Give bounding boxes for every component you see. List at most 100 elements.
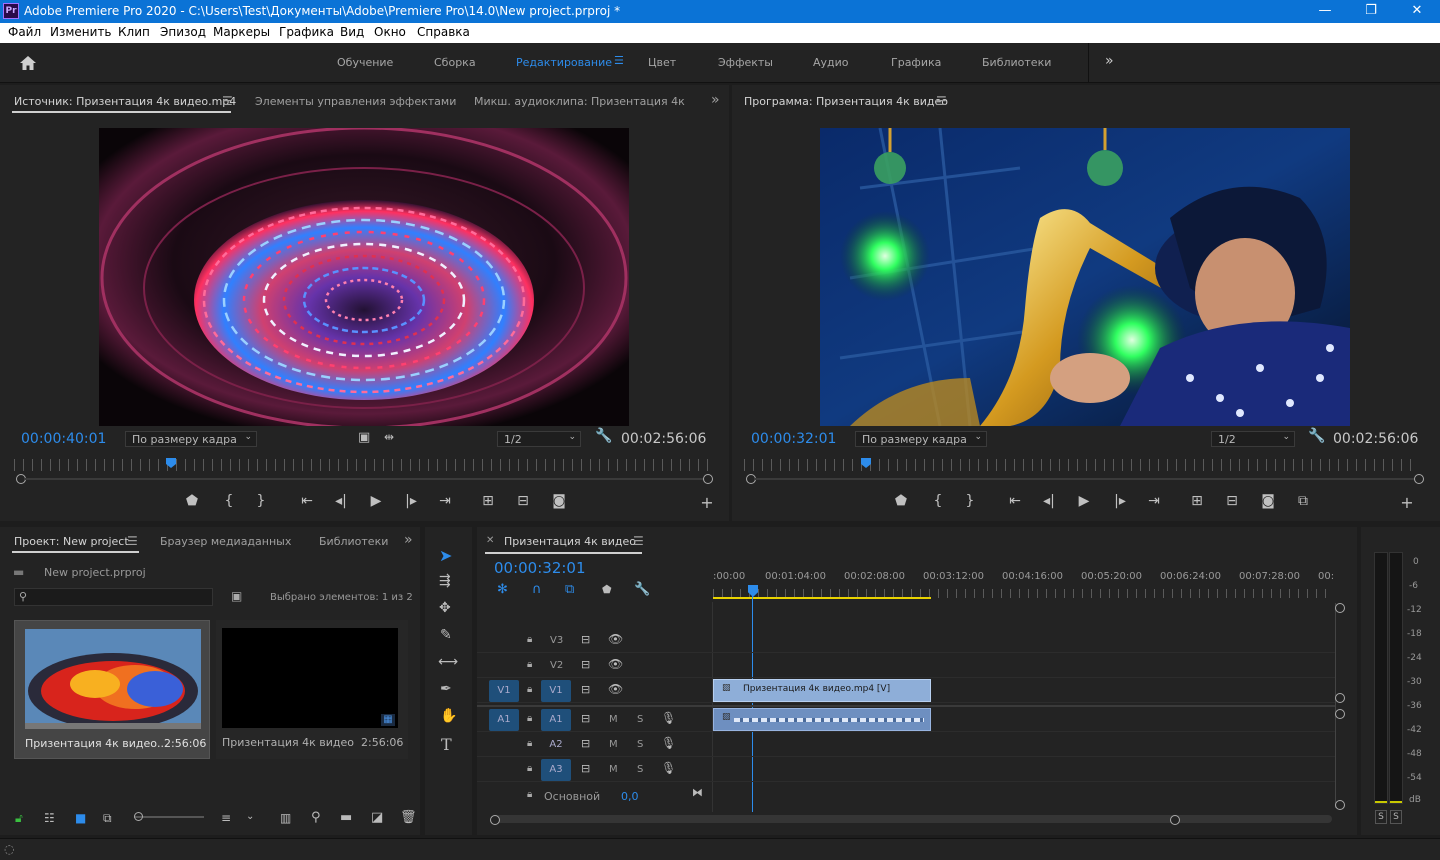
solo-button[interactable]: S [637,739,643,750]
hand-tool-icon[interactable]: ✋ [440,708,457,724]
project-item-sequence[interactable]: ▦ Призентация 4к видео 2:56:06 [216,620,408,759]
solo-button[interactable]: S [637,714,643,725]
sync-lock-icon[interactable]: ⊟ [581,658,590,671]
wrench-icon[interactable]: 🔧 [634,582,650,597]
track-target-a3[interactable]: A3 [541,759,571,781]
drag-video-icon[interactable]: ⇹ [384,430,394,444]
tab-sequence[interactable]: Призентация 4к видео [504,535,636,548]
menu-edit[interactable]: Изменить [50,25,112,39]
automate-to-sequence-icon[interactable]: ▥ [280,811,291,825]
work-area-bar[interactable] [713,597,931,599]
selection-tool-icon[interactable]: ➤ [439,546,452,565]
find-icon[interactable]: ⚲ [311,810,321,825]
button-editor-icon[interactable]: + [697,493,717,512]
play-icon[interactable]: ▶ [1074,493,1094,509]
add-marker-icon[interactable]: ⬟ [602,583,612,596]
snap-icon[interactable]: ∩ [532,582,542,597]
lock-icon[interactable]: 🔒︎ [527,713,532,724]
horizontal-scrollbar[interactable] [492,815,1332,823]
razor-tool-icon[interactable]: ✎ [440,627,452,643]
go-to-out-icon[interactable]: ⇥ [435,493,455,509]
icon-view-icon[interactable]: ■ [75,811,86,825]
wrench-icon[interactable]: 🔧 [1308,428,1325,444]
program-video-frame[interactable] [820,128,1350,426]
lift-icon[interactable]: ⊞ [1187,493,1207,509]
horizontal-scroll-handle-left[interactable] [490,815,500,825]
go-to-out-icon[interactable]: ⇥ [1144,493,1164,509]
menu-clip[interactable]: Клип [118,25,150,39]
source-video-frame[interactable] [99,128,629,426]
timeline-timecode[interactable]: 00:00:32:01 [494,559,586,577]
minimize-button[interactable]: — [1302,0,1348,23]
project-panel-menu-icon[interactable]: ☰ [127,534,138,548]
source-patch-v1[interactable]: V1 [489,680,519,702]
slip-tool-icon[interactable]: ⟷ [438,654,458,670]
camera-icon[interactable]: ◙ [549,493,569,509]
source-panel-menu-icon[interactable]: ☰ [222,94,233,108]
timeline-panel-menu-icon[interactable]: ☰ [633,534,644,548]
pen-tool-icon[interactable]: ✒ [440,681,452,697]
step-back-icon[interactable]: ◂| [1039,493,1059,509]
freeform-view-icon[interactable]: ⧉ [103,811,112,826]
lock-icon[interactable]: 🔒︎ [527,659,532,670]
tab-project[interactable]: Проект: New project [14,535,129,548]
mark-in-icon[interactable]: { [928,493,948,509]
microphone-icon[interactable]: 🎙︎ [661,761,676,775]
track-target-a2[interactable]: A2 [541,734,571,756]
solo-button[interactable]: S [637,764,643,775]
new-item-icon[interactable]: ◪ [371,810,383,825]
go-to-edit-icon[interactable]: ⧓ [692,786,703,799]
more-tabs-icon[interactable]: » [404,532,413,548]
list-view-icon[interactable]: ☷ [44,811,55,825]
zoom-slider[interactable] [134,816,204,818]
camera-icon[interactable]: ◙ [1258,493,1278,509]
video-clip[interactable]: ▨ Призентация 4к видео.mp4 [V] [713,679,931,702]
mark-out-icon[interactable]: } [960,493,980,509]
solo-right-button[interactable]: S [1390,810,1402,824]
solo-left-button[interactable]: S [1375,810,1387,824]
lock-icon[interactable]: 🔒︎ [527,684,532,695]
microphone-icon[interactable]: 🎙︎ [661,736,676,750]
project-item-selected[interactable]: Призентация 4к видео... 2:56:06 [14,620,210,759]
go-to-in-icon[interactable]: ⇤ [297,493,317,509]
track-target-v1[interactable]: V1 [541,680,571,702]
button-editor-icon[interactable]: + [1397,493,1417,512]
lock-icon[interactable]: 🔒︎ [527,738,532,749]
menu-view[interactable]: Вид [340,25,364,39]
eye-icon[interactable]: 👁︎ [608,657,623,671]
workspace-assembly[interactable]: Сборка [434,56,476,69]
source-time-ruler[interactable] [14,459,712,471]
step-forward-icon[interactable]: |▸ [401,493,421,509]
more-tabs-icon[interactable]: » [711,92,720,108]
eye-icon[interactable]: 👁︎ [608,682,623,696]
program-zoom-handle-right[interactable] [1414,474,1424,484]
eye-icon[interactable]: 👁︎ [608,632,623,646]
lock-icon[interactable]: 🔒︎ [527,634,532,645]
source-timecode[interactable]: 00:00:40:01 [21,431,106,447]
sync-lock-icon[interactable]: ⊟ [581,737,590,750]
menu-help[interactable]: Справка [417,25,470,39]
restore-button[interactable]: ❐ [1348,0,1394,23]
home-icon[interactable] [19,55,37,71]
extract-icon[interactable]: ⊟ [1222,493,1242,509]
program-panel-menu-icon[interactable]: ☰ [936,94,947,108]
overwrite-icon[interactable]: ⊟ [513,493,533,509]
program-time-ruler[interactable] [744,459,1412,471]
tab-libraries[interactable]: Библиотеки [319,535,388,548]
sync-lock-icon[interactable]: ⊟ [581,712,590,725]
close-button[interactable]: ✕ [1394,0,1440,23]
source-zoom-bar[interactable] [24,478,704,480]
track-label[interactable]: V2 [550,660,563,671]
menu-sequence[interactable]: Эпизод [160,25,206,39]
new-search-bin-icon[interactable]: ▣ [231,589,242,603]
lock-icon[interactable]: 🔒︎ [527,789,532,800]
lock-icon[interactable]: 🔒︎ [527,763,532,774]
sync-lock-icon[interactable]: ⊟ [581,633,590,646]
workspace-editing[interactable]: Редактирование [516,56,612,69]
tab-effect-controls[interactable]: Элементы управления эффектами [255,95,456,108]
zoom-slider-handle[interactable] [134,812,143,821]
close-sequence-icon[interactable]: ✕ [486,535,494,546]
go-to-in-icon[interactable]: ⇤ [1005,493,1025,509]
project-search-input[interactable]: ⚲ [14,588,213,606]
add-marker-icon[interactable]: ⬟ [891,493,911,509]
